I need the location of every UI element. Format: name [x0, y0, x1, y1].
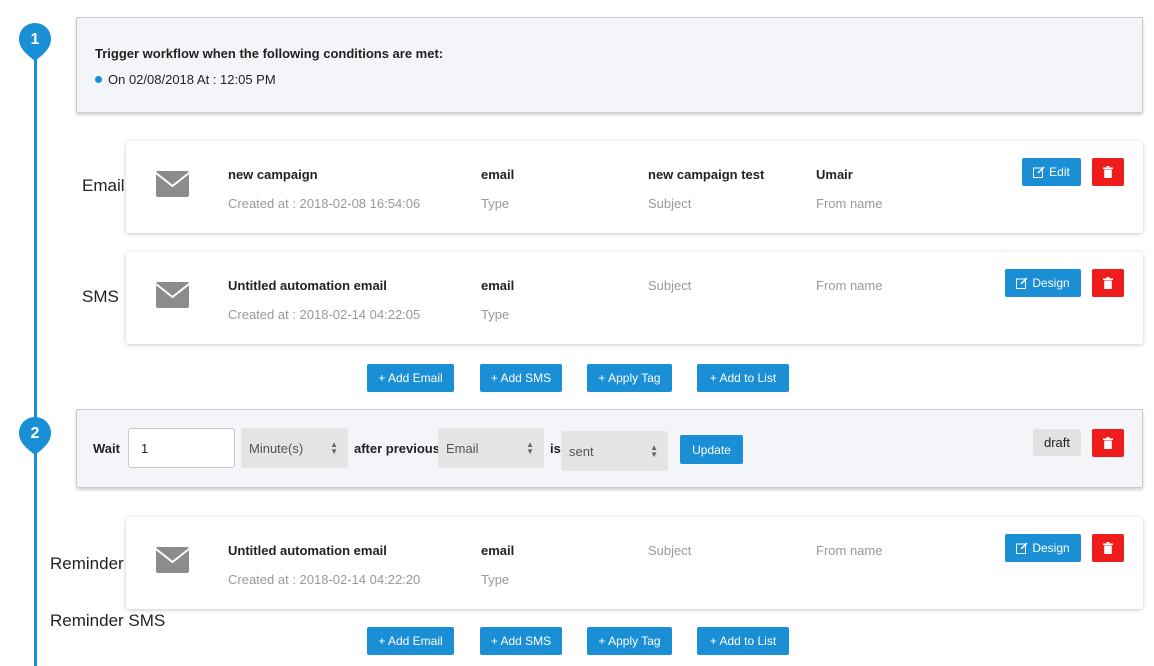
wait-duration-input[interactable]: 1	[128, 428, 235, 468]
delete-button[interactable]	[1092, 269, 1124, 297]
add-sms-button[interactable]: + Add SMS	[480, 364, 562, 392]
subject-col: Subject	[648, 278, 691, 293]
trigger-title: Trigger workflow when the following cond…	[95, 46, 444, 61]
apply-tag-button[interactable]: + Apply Tag	[587, 364, 672, 392]
created-at: Created at : 2018-02-14 04:22:05	[228, 307, 421, 322]
add-email-button[interactable]: + Add Email	[367, 364, 454, 392]
from-label: From name	[816, 278, 883, 293]
side-label-reminder: Reminder	[50, 554, 124, 573]
design-button[interactable]: Design	[1005, 534, 1081, 562]
edit-icon	[1016, 542, 1028, 554]
campaign-name-col: Untitled automation email Created at : 2…	[228, 543, 420, 587]
subject-col: new campaign test Subject	[648, 167, 764, 211]
from-col: From name	[816, 543, 882, 558]
type-col: email Type	[481, 278, 514, 322]
subject-value: new campaign test	[648, 167, 765, 182]
type-value: email	[481, 543, 515, 558]
campaign-name: new campaign	[228, 167, 318, 182]
is-label: is	[550, 441, 561, 456]
edit-icon	[1033, 166, 1045, 178]
trigger-panel: Trigger workflow when the following cond…	[76, 17, 1143, 113]
campaign-name-col: Untitled automation email Created at : 2…	[228, 278, 420, 322]
side-label-reminder-sms: Reminder SMS	[50, 611, 166, 630]
sms-card[interactable]: Untitled automation email Created at : 2…	[126, 252, 1143, 344]
campaign-name-col: new campaign Created at : 2018-02-08 16:…	[228, 167, 420, 211]
update-button[interactable]: Update	[680, 435, 743, 464]
type-value: email	[481, 278, 515, 293]
from-col: Umair From name	[816, 167, 882, 211]
from-label: From name	[816, 196, 883, 211]
edit-button[interactable]: Edit	[1022, 158, 1081, 186]
trash-icon	[1103, 437, 1113, 449]
edit-icon	[1016, 277, 1028, 289]
campaign-name: Untitled automation email	[228, 543, 387, 558]
delete-button[interactable]	[1092, 158, 1124, 186]
apply-tag-button[interactable]: + Apply Tag	[587, 627, 672, 655]
reminder-card[interactable]: Untitled automation email Created at : 2…	[126, 517, 1143, 609]
wait-panel: Wait 1 Minute(s) ▲ ▼ after previous Email…	[76, 409, 1143, 488]
type-label: Type	[481, 572, 510, 587]
add-to-list-button[interactable]: + Add to List	[697, 364, 789, 392]
sort-arrows-icon: ▲ ▼	[650, 443, 658, 459]
step-badge-2: 2	[18, 416, 52, 456]
subject-label: Subject	[648, 543, 692, 558]
timeline-line	[34, 52, 37, 666]
design-button[interactable]: Design	[1005, 269, 1081, 297]
type-value: email	[481, 167, 515, 182]
trash-icon	[1103, 277, 1113, 289]
sort-arrows-icon: ▲ ▼	[526, 440, 534, 456]
email-card[interactable]: new campaign Created at : 2018-02-08 16:…	[126, 141, 1143, 233]
trigger-condition: On 02/08/2018 At : 12:05 PM	[95, 72, 276, 87]
step-badge-1: 1	[18, 22, 52, 62]
created-at: Created at : 2018-02-14 04:22:20	[228, 572, 421, 587]
sort-arrows-icon: ▲ ▼	[330, 440, 338, 456]
from-col: From name	[816, 278, 882, 293]
status-badge: draft	[1033, 429, 1081, 456]
subject-label: Subject	[648, 196, 692, 211]
side-label-sms: SMS	[82, 287, 119, 306]
from-label: From name	[816, 543, 883, 558]
from-value: Umair	[816, 167, 853, 182]
subject-label: Subject	[648, 278, 692, 293]
envelope-icon	[156, 547, 189, 573]
wait-unit-select[interactable]: Minute(s) ▲ ▼	[241, 428, 348, 468]
type-col: email Type	[481, 543, 514, 587]
delete-button[interactable]	[1092, 429, 1124, 457]
add-email-button[interactable]: + Add Email	[367, 627, 454, 655]
subject-col: Subject	[648, 543, 691, 558]
wait-label: Wait	[93, 441, 120, 456]
trash-icon	[1103, 166, 1113, 178]
after-previous-label: after previous	[354, 441, 440, 456]
type-label: Type	[481, 196, 510, 211]
trigger-condition-text: On 02/08/2018 At : 12:05 PM	[108, 72, 276, 87]
envelope-icon	[156, 282, 189, 308]
type-label: Type	[481, 307, 510, 322]
delete-button[interactable]	[1092, 534, 1124, 562]
side-label-email: Email	[82, 176, 125, 195]
previous-step-select[interactable]: Email ▲ ▼	[438, 428, 544, 468]
add-to-list-button[interactable]: + Add to List	[697, 627, 789, 655]
envelope-icon	[156, 171, 189, 197]
add-sms-button[interactable]: + Add SMS	[480, 627, 562, 655]
trash-icon	[1103, 542, 1113, 554]
bullet-icon	[95, 76, 102, 83]
campaign-name: Untitled automation email	[228, 278, 387, 293]
created-at: Created at : 2018-02-08 16:54:06	[228, 196, 421, 211]
status-select[interactable]: sent ▲ ▼	[561, 431, 668, 471]
type-col: email Type	[481, 167, 514, 211]
